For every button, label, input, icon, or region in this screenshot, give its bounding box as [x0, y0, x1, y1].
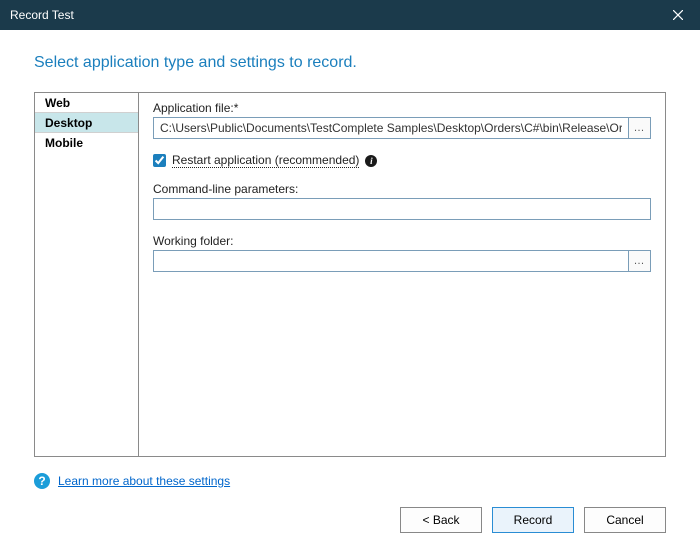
record-button[interactable]: Record — [492, 507, 574, 533]
titlebar: Record Test — [0, 0, 700, 30]
help-row: ? Learn more about these settings — [34, 473, 666, 489]
workdir-row: … — [153, 250, 651, 272]
app-file-input[interactable] — [153, 117, 629, 139]
tab-web[interactable]: Web — [35, 93, 138, 113]
cmdline-row — [153, 198, 651, 220]
tab-list: Web Desktop Mobile — [35, 93, 139, 456]
app-file-label: Application file:* — [153, 101, 651, 115]
content-area: Select application type and settings to … — [0, 30, 700, 545]
cmdline-label: Command-line parameters: — [153, 182, 651, 196]
cancel-button[interactable]: Cancel — [584, 507, 666, 533]
footer-buttons: < Back Record Cancel — [34, 497, 666, 533]
help-link[interactable]: Learn more about these settings — [58, 474, 230, 488]
app-file-browse-button[interactable]: … — [629, 117, 651, 139]
tab-mobile[interactable]: Mobile — [35, 133, 138, 153]
tab-desktop[interactable]: Desktop — [35, 113, 138, 133]
restart-row: Restart application (recommended) i — [153, 153, 651, 168]
workdir-browse-button[interactable]: … — [629, 250, 651, 272]
window-title: Record Test — [10, 8, 74, 22]
workdir-input[interactable] — [153, 250, 629, 272]
restart-checkbox[interactable] — [153, 154, 166, 167]
close-button[interactable] — [664, 4, 692, 26]
close-icon — [673, 10, 683, 20]
info-icon[interactable]: i — [365, 155, 377, 167]
main-panel: Web Desktop Mobile Application file:* … … — [34, 92, 666, 457]
restart-label[interactable]: Restart application (recommended) — [172, 153, 359, 168]
app-file-row: … — [153, 117, 651, 139]
page-heading: Select application type and settings to … — [34, 54, 666, 72]
cmdline-input[interactable] — [153, 198, 651, 220]
back-button[interactable]: < Back — [400, 507, 482, 533]
form-area: Application file:* … Restart application… — [139, 93, 665, 456]
help-icon: ? — [34, 473, 50, 489]
workdir-label: Working folder: — [153, 234, 651, 248]
